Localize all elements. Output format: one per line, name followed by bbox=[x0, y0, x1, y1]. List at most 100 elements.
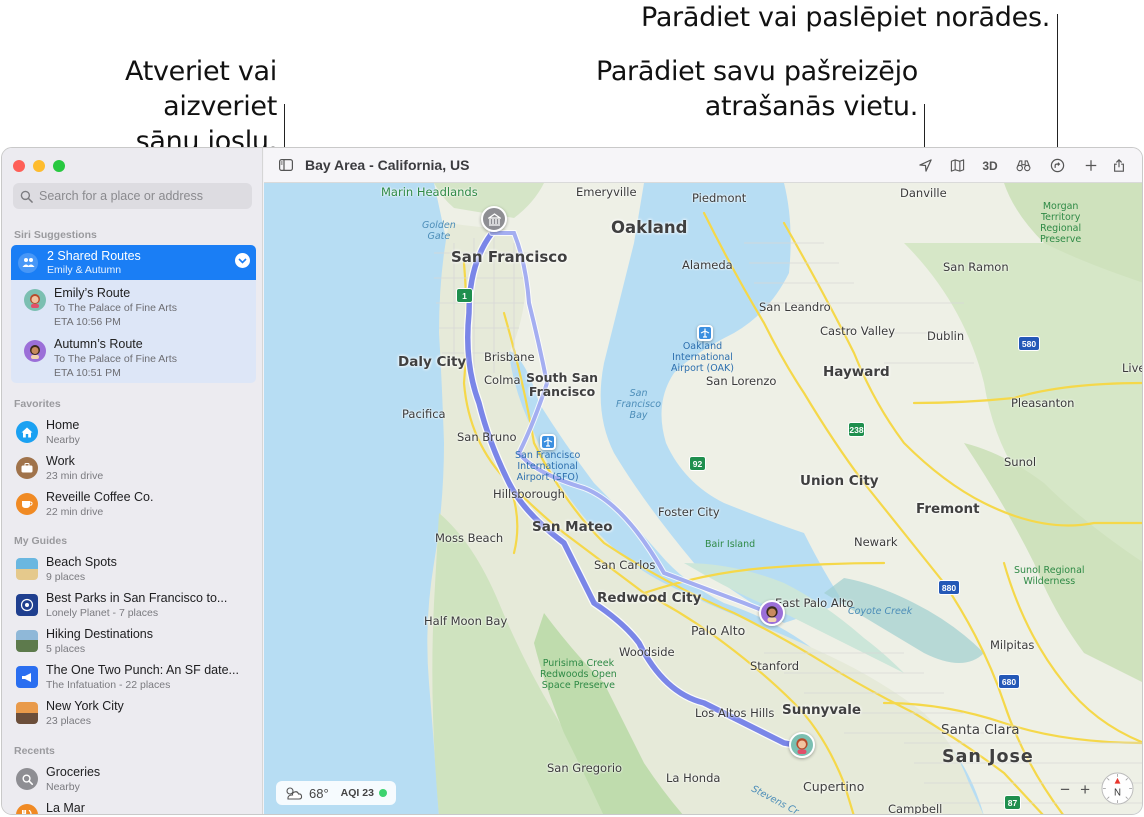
3d-button[interactable]: 3D bbox=[980, 157, 1000, 174]
share-button[interactable] bbox=[1112, 157, 1126, 174]
guide-item[interactable]: Best Parks in San Francisco to... Lonely… bbox=[2, 591, 262, 627]
guide-detail: The Infatuation - 22 places bbox=[46, 679, 171, 691]
map-label: Bair Island bbox=[705, 539, 756, 550]
shared-routes-group: 2 Shared Routes Emily & Autumn Emily’s R… bbox=[11, 245, 256, 383]
partly-cloudy-icon bbox=[286, 787, 303, 800]
map-label: Fremont bbox=[916, 501, 980, 517]
autumn-location-pin[interactable] bbox=[759, 600, 785, 626]
sidebar: Siri Suggestions 2 Shared Routes Emily &… bbox=[2, 148, 263, 814]
people-icon bbox=[18, 252, 38, 273]
look-around-button[interactable] bbox=[1015, 157, 1032, 174]
zoom-window-button[interactable] bbox=[53, 160, 65, 172]
avatar-autumn-icon bbox=[766, 606, 778, 622]
map-label: Campbell bbox=[888, 802, 943, 814]
shared-routes-item[interactable]: 2 Shared Routes Emily & Autumn bbox=[11, 245, 256, 280]
map-mode-button[interactable] bbox=[950, 157, 965, 174]
shared-routes-subtitle: Emily & Autumn bbox=[47, 264, 122, 276]
map-label: Oakland bbox=[611, 218, 688, 237]
callout-location-line1: Parādiet savu pašreizējo bbox=[596, 56, 918, 87]
map-label: South San Francisco bbox=[526, 370, 599, 399]
highway-shield: 580 bbox=[1018, 336, 1040, 351]
map-label: San Francisco International Airport (SFO… bbox=[515, 450, 581, 483]
guide-item[interactable]: Hiking Destinations 5 places bbox=[2, 627, 262, 663]
highway-shield: 1 bbox=[456, 288, 473, 303]
map-label: San Francisco bbox=[451, 248, 568, 266]
favorite-detail: 22 min drive bbox=[46, 506, 104, 518]
svg-text:N: N bbox=[1114, 787, 1121, 798]
close-window-button[interactable] bbox=[13, 160, 25, 172]
map-label: Danville bbox=[900, 186, 947, 200]
guide-name: The One Two Punch: An SF date... bbox=[46, 663, 239, 677]
minimize-window-button[interactable] bbox=[33, 160, 45, 172]
map-label: Daly City bbox=[398, 354, 467, 370]
map-label: Foster City bbox=[658, 505, 720, 519]
map-label: San Lorenzo bbox=[706, 374, 777, 388]
map-label: Emeryville bbox=[576, 185, 637, 199]
map-label: San Ramon bbox=[943, 260, 1009, 274]
add-button[interactable] bbox=[1084, 157, 1098, 174]
directions-button[interactable] bbox=[1050, 157, 1065, 174]
map-icon bbox=[950, 159, 965, 172]
map-label: Los Altos Hills bbox=[695, 706, 775, 720]
recent-name: La Mar bbox=[46, 801, 85, 814]
favorite-detail: 23 min drive bbox=[46, 470, 104, 482]
map-label: Pleasanton bbox=[1011, 396, 1075, 410]
sidebar-toggle-icon[interactable] bbox=[279, 159, 293, 171]
plus-icon bbox=[1085, 160, 1097, 171]
route-item-emily[interactable]: Emily’s Route To The Palace of Fine Arts… bbox=[11, 280, 256, 330]
recent-name: Groceries bbox=[46, 765, 101, 779]
chevron-down-icon[interactable] bbox=[235, 253, 250, 268]
guide-thumbnail bbox=[16, 558, 38, 580]
search-input[interactable] bbox=[39, 189, 249, 203]
megaphone-icon bbox=[16, 666, 38, 688]
guide-thumbnail bbox=[16, 702, 38, 724]
map-label: East Palo Alto bbox=[775, 596, 854, 610]
map-label: Marin Headlands bbox=[381, 185, 478, 199]
zoom-out-button[interactable]: − bbox=[1060, 780, 1070, 800]
favorite-work[interactable]: Work 23 min drive bbox=[2, 454, 262, 490]
weather-widget[interactable]: 68° AQI 23 bbox=[276, 781, 396, 805]
map-label: Purisima Creek Redwoods Open Space Prese… bbox=[540, 658, 617, 691]
compass-icon[interactable]: N bbox=[1101, 772, 1134, 805]
house-icon bbox=[16, 421, 38, 443]
recent-item[interactable]: Groceries Nearby bbox=[2, 765, 262, 801]
siri-suggestions-header: Siri Suggestions bbox=[14, 229, 97, 241]
aqi-status-dot bbox=[378, 789, 387, 797]
search-field[interactable] bbox=[13, 183, 252, 209]
map-label: Alameda bbox=[682, 258, 733, 272]
guide-item[interactable]: New York City 23 places bbox=[2, 699, 262, 735]
map-label: Colma bbox=[484, 373, 521, 387]
emily-location-pin[interactable] bbox=[789, 732, 815, 758]
map-label: San Bruno bbox=[457, 430, 517, 444]
guide-thumbnail bbox=[16, 630, 38, 652]
map-label: Hillsborough bbox=[493, 487, 565, 501]
route-item-autumn[interactable]: Autumn’s Route To The Palace of Fine Art… bbox=[11, 331, 256, 381]
guide-item[interactable]: The One Two Punch: An SF date... The Inf… bbox=[2, 663, 262, 699]
airport-icon[interactable] bbox=[540, 434, 556, 450]
favorite-coffee[interactable]: Reveille Coffee Co. 22 min drive bbox=[2, 490, 262, 526]
airport-icon[interactable] bbox=[697, 325, 713, 341]
recent-item[interactable]: La Mar bbox=[2, 801, 262, 814]
favorite-home[interactable]: Home Nearby bbox=[2, 418, 262, 454]
callout-directions-leader bbox=[1057, 14, 1058, 158]
map-view[interactable]: Marin Headlands Golden Gate San Francisc… bbox=[264, 183, 1142, 814]
maps-window: Siri Suggestions 2 Shared Routes Emily &… bbox=[1, 147, 1143, 815]
guide-name: Hiking Destinations bbox=[46, 627, 153, 641]
search-icon bbox=[16, 768, 38, 790]
air-quality-index: AQI 23 bbox=[340, 787, 374, 799]
guide-thumbnail bbox=[16, 594, 38, 616]
current-location-button[interactable] bbox=[918, 157, 933, 174]
route-name: Autumn’s Route bbox=[54, 337, 143, 351]
avatar-autumn bbox=[24, 340, 46, 362]
favorite-name: Reveille Coffee Co. bbox=[46, 490, 154, 504]
destination-pin[interactable] bbox=[481, 206, 507, 232]
map-label: Palo Alto bbox=[691, 623, 746, 638]
guide-item[interactable]: Beach Spots 9 places bbox=[2, 555, 262, 591]
highway-shield: 92 bbox=[689, 456, 706, 471]
map-label: San Carlos bbox=[594, 558, 656, 572]
favorite-name: Home bbox=[46, 418, 80, 432]
map-label: San Leandro bbox=[759, 300, 831, 314]
highway-shield: 880 bbox=[938, 580, 960, 595]
zoom-in-button[interactable]: + bbox=[1080, 780, 1090, 800]
guide-detail: Lonely Planet - 7 places bbox=[46, 607, 159, 619]
